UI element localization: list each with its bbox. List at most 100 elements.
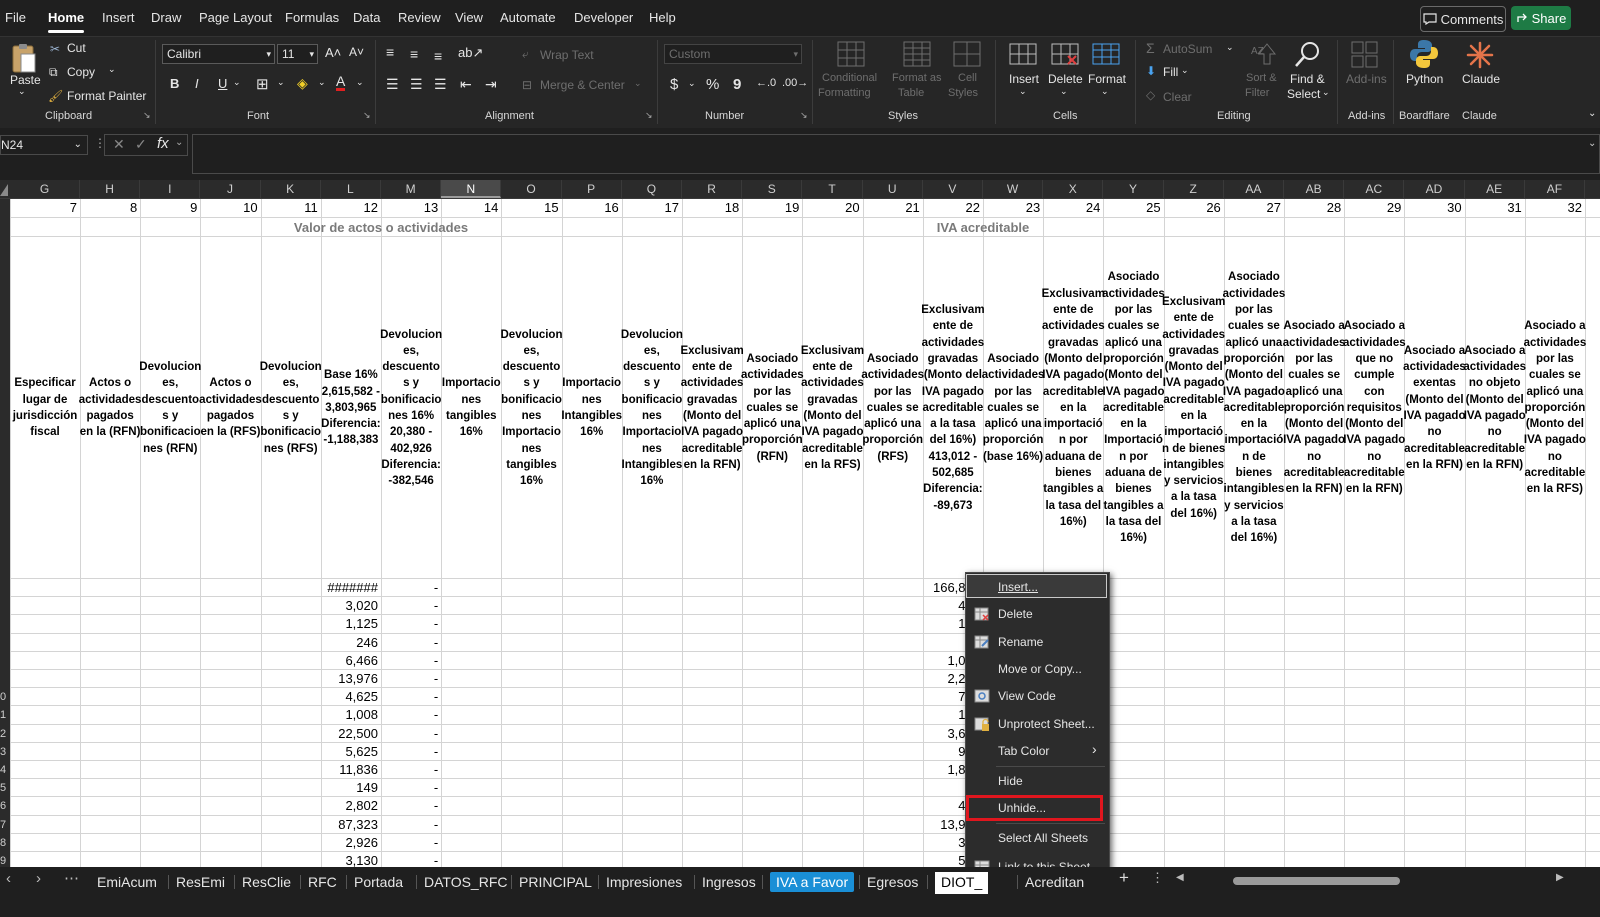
data-cell-m[interactable]: - — [381, 597, 438, 615]
format-cells-button[interactable]: Format — [1088, 72, 1126, 86]
insert-chevron-icon[interactable]: ⌄ — [1019, 86, 1027, 97]
font-size-combo[interactable]: 11 ▾ — [277, 44, 318, 64]
name-box[interactable]: N24 ⌄ — [0, 135, 88, 155]
column-header-w[interactable]: W — [983, 180, 1044, 198]
row-number[interactable]: 5 — [0, 779, 10, 797]
borders-icon[interactable]: ⊞ — [256, 75, 269, 93]
menu-home[interactable]: Home — [48, 10, 85, 33]
paste-dropdown-chevron-icon[interactable]: ⌄ — [18, 86, 26, 97]
format-chevron-icon[interactable]: ⌄ — [1101, 86, 1109, 97]
decrease-indent-icon[interactable]: ⇤ — [460, 76, 472, 93]
menu-developer[interactable]: Developer — [574, 10, 633, 25]
sheet-tab-rfc[interactable]: RFC — [308, 872, 337, 892]
align-center-icon[interactable]: ☰ — [410, 76, 423, 93]
format-as-table-button[interactable]: Format as — [892, 72, 942, 84]
data-cell-m[interactable]: - — [381, 816, 438, 834]
scroll-tabs-left-icon[interactable]: ‹ — [6, 870, 11, 887]
column-header-o[interactable]: O — [501, 180, 562, 198]
data-cell-m[interactable]: - — [381, 579, 438, 597]
column-title-cell[interactable]: Asociado actividades por las cuales se a… — [982, 238, 1045, 578]
column-number-cell[interactable]: 24 — [1043, 199, 1100, 217]
autosum-chevron-icon[interactable]: ⌄ — [1226, 42, 1234, 53]
autosum-button[interactable]: AutoSum — [1163, 42, 1212, 56]
expand-formula-bar-icon[interactable]: ⌄ — [1588, 138, 1596, 149]
row-number[interactable]: 9 — [0, 852, 10, 867]
column-title-cell[interactable]: Exclusivam ente de actividades gravadas … — [921, 238, 984, 578]
underline-chevron-icon[interactable]: ⌄ — [233, 77, 241, 88]
font-name-combo[interactable]: Calibri ▾ — [162, 44, 275, 64]
column-number-cell[interactable]: 13 — [381, 199, 438, 217]
sheet-options-icon[interactable]: ⋮ — [1151, 870, 1164, 886]
row-number[interactable] — [0, 579, 10, 597]
column-header-t[interactable]: T — [802, 180, 863, 198]
column-title-cell[interactable]: Base 16% 2,615,582 - 3,803,965 Diferenci… — [321, 238, 381, 578]
column-header-j[interactable]: J — [200, 180, 261, 198]
format-painter-button[interactable]: Format Painter — [67, 89, 146, 103]
column-header-m[interactable]: M — [381, 180, 442, 198]
row-number[interactable]: 3 — [0, 743, 10, 761]
column-number-cell[interactable]: 26 — [1164, 199, 1220, 217]
sheet-tab-impresiones[interactable]: Impresiones — [606, 872, 682, 892]
column-title-cell[interactable]: Actos o actividades pagados en la (RFS) — [199, 238, 262, 578]
italic-button[interactable]: I — [195, 76, 199, 91]
paste-icon[interactable] — [10, 42, 38, 76]
data-cell-l[interactable]: 2,926 — [321, 834, 378, 852]
data-cell-m[interactable]: - — [381, 852, 438, 867]
row-number[interactable] — [0, 615, 10, 633]
column-number-cell[interactable]: 9 — [140, 199, 197, 217]
insert-function-button[interactable]: fx — [157, 135, 169, 152]
data-cell-l[interactable]: 22,500 — [321, 725, 378, 743]
comma-button[interactable]: 9 — [733, 76, 741, 93]
sheet-tab-resemi[interactable]: ResEmi — [176, 872, 225, 892]
column-header-g[interactable]: G — [10, 180, 80, 198]
menu-item-tab-color[interactable]: Tab Color — [998, 744, 1049, 758]
select-all-corner[interactable] — [0, 180, 10, 198]
column-header-z[interactable]: Z — [1164, 180, 1224, 198]
data-cell-l[interactable]: 3,020 — [321, 597, 378, 615]
column-header-r[interactable]: R — [682, 180, 743, 198]
menu-item-delete[interactable]: Delete — [998, 607, 1033, 621]
column-header-n[interactable]: N — [441, 180, 502, 198]
python-button[interactable]: Python — [1406, 72, 1443, 86]
row-number[interactable] — [0, 597, 10, 615]
delete-cells-button[interactable]: Delete — [1048, 72, 1083, 86]
menu-item-select-all-sheets[interactable]: Select All Sheets — [998, 831, 1088, 845]
column-number-cell[interactable]: 10 — [200, 199, 257, 217]
column-header-l[interactable]: L — [321, 180, 381, 198]
underline-button[interactable]: U — [218, 76, 227, 91]
align-right-icon[interactable]: ☰ — [434, 76, 447, 93]
column-number-cell[interactable]: 22 — [923, 199, 980, 217]
column-title-cell[interactable]: Exclusivam ente de actividades gravadas … — [1042, 238, 1105, 578]
column-number-cell[interactable]: 19 — [742, 199, 799, 217]
clipboard-launcher-icon[interactable]: ↘ — [143, 110, 151, 121]
column-title-cell[interactable]: Exclusivam ente de actividades gravadas … — [1162, 238, 1225, 578]
data-cell-l[interactable]: 11,836 — [321, 761, 378, 779]
data-cell-m[interactable]: - — [381, 670, 438, 688]
column-header-v[interactable]: V — [923, 180, 983, 198]
column-header-k[interactable]: K — [261, 180, 321, 198]
menu-item-unhide[interactable]: Unhide... — [998, 801, 1046, 815]
comments-button[interactable]: Comments — [1420, 6, 1506, 32]
align-middle-icon[interactable]: ≡ — [410, 46, 418, 62]
column-title-cell[interactable]: Actos o actividades pagados en la (RFN) — [79, 238, 142, 578]
add-ins-button[interactable]: Add-ins — [1346, 72, 1387, 86]
column-number-cell[interactable]: 7 — [10, 199, 77, 217]
sheet-tab-acreditan[interactable]: Acreditan — [1025, 872, 1084, 892]
row-number[interactable] — [0, 652, 10, 670]
wrap-text-button[interactable]: Wrap Text — [540, 48, 594, 62]
increase-decimal-icon[interactable]: ←.0 — [756, 77, 776, 89]
currency-button[interactable]: $ — [670, 76, 678, 93]
data-cell-l[interactable]: 6,466 — [321, 652, 378, 670]
enter-formula-icon[interactable]: ✓ — [135, 136, 147, 153]
number-format-combo[interactable]: Custom ▾ — [664, 44, 802, 64]
data-cell-m[interactable]: - — [381, 725, 438, 743]
column-number-cell[interactable]: 18 — [682, 199, 739, 217]
cell-styles-button[interactable]: Cell — [958, 72, 977, 84]
sheet-tab-resclie[interactable]: ResClie — [242, 872, 291, 892]
column-header-u[interactable]: U — [863, 180, 923, 198]
column-header-aa[interactable]: AA — [1224, 180, 1284, 198]
column-header-h[interactable]: H — [80, 180, 141, 198]
cut-button[interactable]: Cut — [67, 41, 86, 55]
column-header-ae[interactable]: AE — [1465, 180, 1525, 198]
column-header-x[interactable]: X — [1043, 180, 1104, 198]
